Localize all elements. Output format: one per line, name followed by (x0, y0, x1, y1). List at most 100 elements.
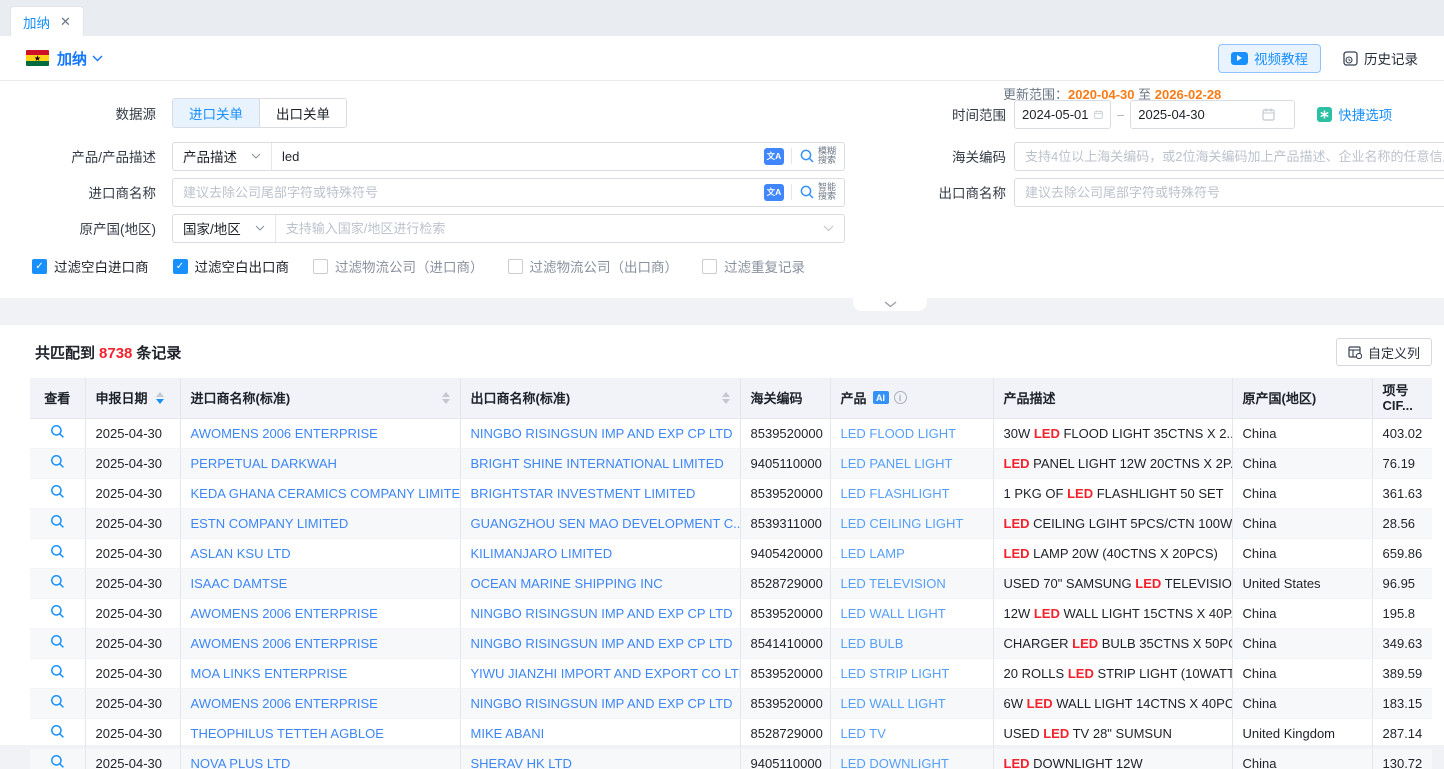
product-link[interactable]: LED CEILING LIGHT (841, 516, 964, 531)
view-record-icon[interactable] (50, 484, 65, 499)
quick-options-link[interactable]: 快捷选项 (1317, 104, 1392, 124)
importer-link[interactable]: KEDA GHANA CERAMICS COMPANY LIMITED (191, 486, 461, 501)
tab-export-declarations[interactable]: 出口关单 (259, 99, 346, 127)
view-record-icon[interactable] (50, 724, 65, 739)
checkbox-checked-icon[interactable]: ✓ (173, 259, 188, 274)
smart-search-label-2: 搜索 (818, 191, 836, 201)
customize-columns-button[interactable]: 自定义列 (1336, 338, 1432, 366)
product-link[interactable]: LED TV (841, 726, 886, 741)
filter-checkbox[interactable]: 过滤物流公司（进口商） (313, 256, 484, 276)
importer-input[interactable] (173, 179, 764, 206)
date-cell: 2025-04-30 (85, 418, 180, 448)
product-link[interactable]: LED WALL LIGHT (841, 606, 946, 621)
product-cell: LED STRIP LIGHT (830, 658, 993, 688)
history-button[interactable]: 历史记录 (1343, 48, 1418, 68)
view-record-icon[interactable] (50, 634, 65, 649)
column-header-exporter[interactable]: 出口商名称(标准) (460, 378, 740, 418)
product-link[interactable]: LED WALL LIGHT (841, 696, 946, 711)
date-start-input[interactable] (1022, 107, 1088, 122)
chevron-down-icon[interactable] (92, 55, 103, 62)
exporter-link[interactable]: KILIMANJARO LIMITED (471, 546, 613, 561)
importer-link[interactable]: MOA LINKS ENTERPRISE (191, 666, 348, 681)
exporter-link[interactable]: MIKE ABANI (471, 726, 545, 741)
importer-link[interactable]: NOVA PLUS LTD (191, 756, 291, 769)
view-record-icon[interactable] (50, 604, 65, 619)
importer-link[interactable]: ISAAC DAMTSE (191, 576, 288, 591)
product-input[interactable] (272, 143, 764, 170)
product-link[interactable]: LED BULB (841, 636, 904, 651)
checkbox-unchecked-icon[interactable] (508, 259, 523, 274)
exporter-link[interactable]: NINGBO RISINGSUN IMP AND EXP CP LTD (471, 696, 733, 711)
importer-link[interactable]: AWOMENS 2006 ENTERPRISE (191, 696, 378, 711)
exporter-cell: NINGBO RISINGSUN IMP AND EXP CP LTD (460, 628, 740, 658)
view-record-icon[interactable] (50, 454, 65, 469)
product-link[interactable]: LED STRIP LIGHT (841, 666, 950, 681)
translate-icon[interactable]: 文A (764, 184, 784, 201)
tab-import-declarations[interactable]: 进口关单 (173, 99, 259, 127)
importer-link[interactable]: AWOMENS 2006 ENTERPRISE (191, 426, 378, 441)
checkbox-checked-icon[interactable]: ✓ (32, 259, 47, 274)
origin-country-input[interactable] (276, 215, 823, 242)
exporter-link[interactable]: NINGBO RISINGSUN IMP AND EXP CP LTD (471, 606, 733, 621)
date-end-input[interactable] (1138, 107, 1256, 122)
view-record-icon[interactable] (50, 694, 65, 709)
view-record-icon[interactable] (50, 664, 65, 679)
close-icon[interactable]: ✕ (60, 15, 71, 28)
column-header-item-cif[interactable]: 项号 CIF... (1372, 378, 1432, 418)
country-selector-label[interactable]: 加纳 (57, 48, 87, 69)
product-link[interactable]: LED LAMP (841, 546, 905, 561)
exporter-link[interactable]: NINGBO RISINGSUN IMP AND EXP CP LTD (471, 426, 733, 441)
sort-icons[interactable] (156, 392, 164, 404)
column-header-importer[interactable]: 进口商名称(标准) (180, 378, 460, 418)
column-header-date[interactable]: 申报日期 (85, 378, 180, 418)
exporter-link[interactable]: GUANGZHOU SEN MAO DEVELOPMENT C... (471, 516, 741, 531)
collapse-filter-handle[interactable] (853, 298, 927, 311)
exporter-link[interactable]: OCEAN MARINE SHIPPING INC (471, 576, 663, 591)
date-start-field[interactable] (1014, 100, 1111, 129)
importer-link[interactable]: ASLAN KSU LTD (191, 546, 291, 561)
date-end-field[interactable] (1130, 100, 1295, 129)
checkbox-unchecked-icon[interactable] (313, 259, 328, 274)
product-type-select[interactable]: 产品描述 (173, 143, 272, 170)
filter-checkbox[interactable]: ✓过滤空白进口商 (32, 256, 149, 276)
sort-icons[interactable] (722, 392, 730, 404)
view-record-icon[interactable] (50, 574, 65, 589)
hs-code-input[interactable] (1015, 143, 1444, 170)
video-tutorial-button[interactable]: 视频教程 (1218, 44, 1321, 73)
importer-link[interactable]: ESTN COMPANY LIMITED (191, 516, 349, 531)
chevron-down-icon[interactable] (823, 225, 834, 232)
exporter-link[interactable]: SHERAV HK LTD (471, 756, 572, 769)
filter-checkbox[interactable]: 过滤物流公司（出口商） (508, 256, 679, 276)
quick-options-icon (1317, 107, 1332, 122)
exporter-input[interactable] (1015, 179, 1444, 206)
importer-link[interactable]: AWOMENS 2006 ENTERPRISE (191, 606, 378, 621)
product-link[interactable]: LED DOWNLIGHT (841, 756, 949, 769)
product-label: 产品/产品描述 (0, 146, 164, 166)
checkbox-unchecked-icon[interactable] (702, 259, 717, 274)
product-link[interactable]: LED PANEL LIGHT (841, 456, 953, 471)
importer-link[interactable]: THEOPHILUS TETTEH AGBLOE (191, 726, 384, 741)
origin-type-select[interactable]: 国家/地区 (173, 215, 276, 242)
smart-search-button[interactable]: 智能搜索 (799, 183, 836, 202)
exporter-link[interactable]: BRIGHT SHINE INTERNATIONAL LIMITED (471, 456, 724, 471)
sort-icons[interactable] (442, 392, 450, 404)
exporter-label: 出口商名称 (938, 182, 1006, 202)
info-icon[interactable]: i (894, 391, 907, 404)
exporter-link[interactable]: YIWU JIANZHI IMPORT AND EXPORT CO LTD (471, 666, 741, 681)
exporter-link[interactable]: BRIGHTSTAR INVESTMENT LIMITED (471, 486, 696, 501)
filter-checkbox[interactable]: ✓过滤空白出口商 (173, 256, 290, 276)
importer-link[interactable]: PERPETUAL DARKWAH (191, 456, 337, 471)
product-link[interactable]: LED FLASHLIGHT (841, 486, 950, 501)
view-record-icon[interactable] (50, 544, 65, 559)
view-record-icon[interactable] (50, 754, 65, 769)
view-record-icon[interactable] (50, 514, 65, 529)
product-link[interactable]: LED FLOOD LIGHT (841, 426, 957, 441)
tab-ghana[interactable]: 加纳 ✕ (10, 6, 84, 36)
filter-checkbox[interactable]: 过滤重复记录 (702, 256, 805, 276)
exporter-link[interactable]: NINGBO RISINGSUN IMP AND EXP CP LTD (471, 636, 733, 651)
importer-link[interactable]: AWOMENS 2006 ENTERPRISE (191, 636, 378, 651)
product-link[interactable]: LED TELEVISION (841, 576, 946, 591)
view-record-icon[interactable] (50, 424, 65, 439)
fuzzy-search-button[interactable]: 模糊搜索 (799, 147, 836, 166)
translate-icon[interactable]: 文A (764, 148, 784, 165)
